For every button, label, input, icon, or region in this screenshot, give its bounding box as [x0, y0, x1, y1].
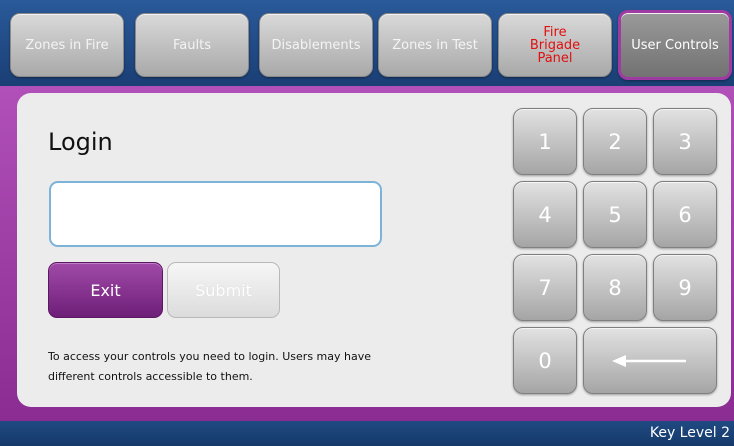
tab-label-line: Brigade [529, 37, 581, 53]
left-arrow-icon [612, 354, 686, 367]
login-code-input[interactable] [49, 181, 382, 247]
tab-fire-brigade-panel[interactable]: Fire Brigade Panel [498, 13, 612, 77]
tab-disablements[interactable]: Disablements [259, 13, 373, 77]
tab-label-line: Panel [537, 50, 573, 66]
keypad-key-9[interactable]: 9 [653, 254, 717, 321]
keypad-key-7[interactable]: 7 [513, 254, 577, 321]
page-title: Login [48, 128, 113, 156]
exit-button[interactable]: Exit [48, 262, 163, 318]
tab-label: Disablements [271, 37, 361, 53]
login-hint-text: To access your controls you need to logi… [48, 350, 372, 383]
keypad-key-5[interactable]: 5 [583, 181, 647, 248]
keypad-key-0[interactable]: 0 [513, 327, 577, 394]
keypad-key-2[interactable]: 2 [583, 108, 647, 175]
submit-button[interactable]: Submit [167, 262, 280, 318]
keypad-key-1[interactable]: 1 [513, 108, 577, 175]
keypad-key-8[interactable]: 8 [583, 254, 647, 321]
tab-zones-in-fire[interactable]: Zones in Fire [10, 13, 124, 77]
tab-label: Zones in Fire [25, 37, 109, 53]
keypad-key-3[interactable]: 3 [653, 108, 717, 175]
keypad-key-6[interactable]: 6 [653, 181, 717, 248]
tab-label: Zones in Test [392, 37, 478, 53]
backspace-button[interactable] [583, 327, 717, 394]
keypad-key-4[interactable]: 4 [513, 181, 577, 248]
tab-user-controls[interactable]: User Controls [618, 10, 732, 80]
tab-label: Faults [173, 37, 211, 53]
tab-label-line: Fire [543, 24, 567, 40]
tab-zones-in-test[interactable]: Zones in Test [378, 13, 492, 77]
status-bar [0, 421, 734, 446]
tab-label: User Controls [631, 37, 719, 53]
key-level-indicator: Key Level 2 [649, 425, 730, 441]
tab-faults[interactable]: Faults [135, 13, 249, 77]
